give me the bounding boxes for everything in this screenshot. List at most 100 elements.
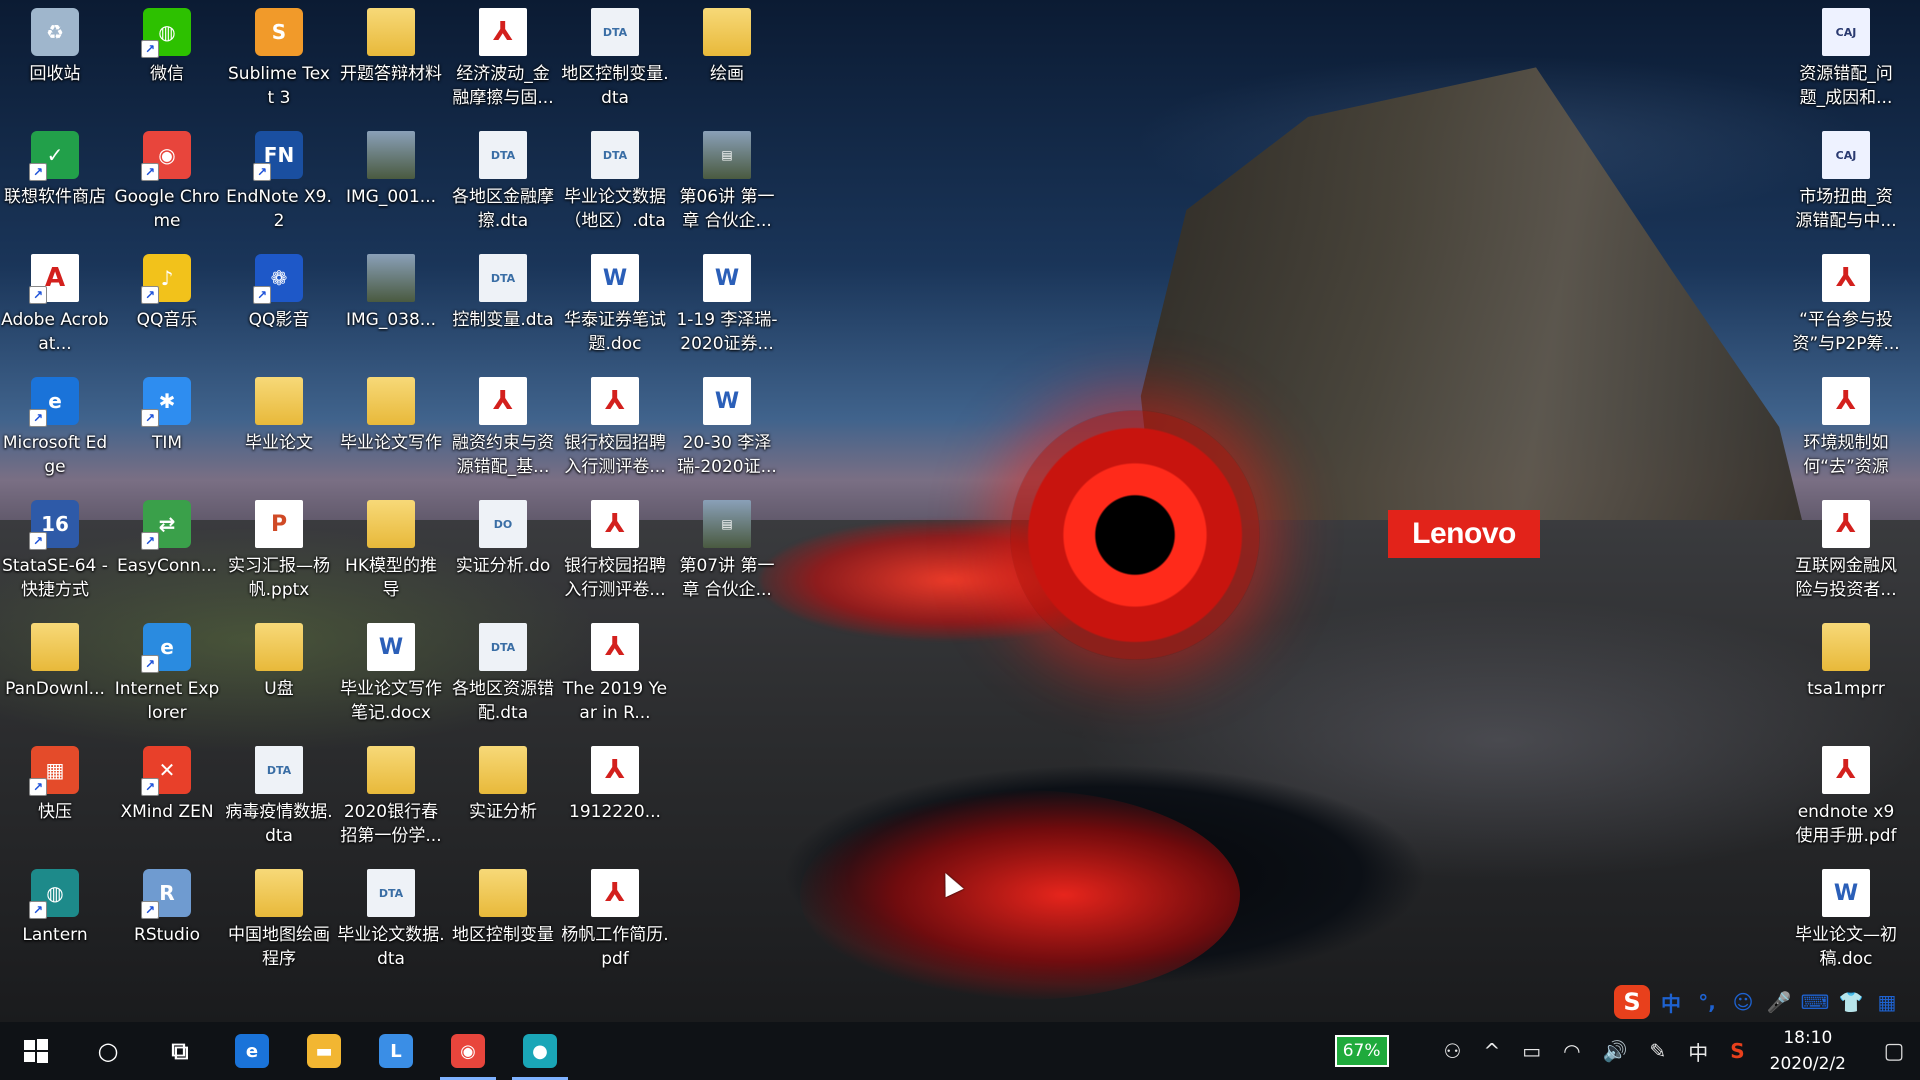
desktop-icon[interactable]: ◉ Google Chrome: [113, 125, 221, 243]
battery-icon[interactable]: ▭: [1522, 1039, 1541, 1063]
desktop-icon[interactable]: FN EndNote X9.2: [225, 125, 333, 243]
start-button[interactable]: [0, 1022, 72, 1080]
sogou-ime-logo-icon[interactable]: S: [1614, 985, 1650, 1019]
desktop-icon-label: U盘: [264, 679, 294, 699]
sogou-tray-icon[interactable]: S: [1730, 1039, 1744, 1063]
desktop-icon[interactable]: 毕业论文: [225, 371, 333, 489]
ime-keyboard-icon[interactable]: ⌨: [1800, 987, 1830, 1017]
desktop-icon-label: 银行校园招聘入行测评卷...: [564, 433, 666, 477]
desktop-icon[interactable]: tsa1mprr: [1792, 617, 1900, 735]
desktop-icon[interactable]: DTA 控制变量.dta: [449, 248, 557, 366]
desktop-icon[interactable]: HK模型的推导: [337, 494, 445, 612]
desktop-icon[interactable]: ⅄ 互联网金融风险与投资者...: [1792, 494, 1900, 612]
clock[interactable]: 18:10 2020/2/2: [1770, 1025, 1846, 1077]
desktop-icon[interactable]: ⅄ endnote x9 使用手册.pdf: [1792, 740, 1900, 858]
desktop-icon[interactable]: ⅄ 1912220...: [561, 740, 669, 858]
desktop-icon[interactable]: 毕业论文写作: [337, 371, 445, 489]
desktop-icon-label: XMind ZEN: [120, 802, 214, 822]
desktop-icon[interactable]: W 1-19 李泽瑞-2020证券...: [673, 248, 781, 366]
desktop-icon[interactable]: ▦ 快压: [1, 740, 109, 858]
desktop-icon[interactable]: IMG_001...: [337, 125, 445, 243]
desktop-icon[interactable]: ⅄ 经济波动_金融摩擦与固...: [449, 2, 557, 120]
desktop-icon[interactable]: CAJ 市场扭曲_资源错配与中...: [1792, 125, 1900, 243]
desktop-icon[interactable]: 地区控制变量: [449, 863, 557, 981]
desktop-icon[interactable]: P 实习汇报—杨帆.pptx: [225, 494, 333, 612]
desktop-icon[interactable]: e Internet Explorer: [113, 617, 221, 735]
desktop-icon[interactable]: ❁ QQ影音: [225, 248, 333, 366]
desktop-icon[interactable]: DTA 病毒疫情数据.dta: [225, 740, 333, 858]
desktop-icon-label: 实证分析.do: [455, 556, 551, 576]
desktop-icon[interactable]: 实证分析: [449, 740, 557, 858]
taskbar-screen-recorder-button[interactable]: ●: [504, 1022, 576, 1080]
battery-percent-badge[interactable]: 67%: [1334, 1035, 1389, 1067]
people-icon[interactable]: ⚇: [1444, 1039, 1462, 1063]
volume-icon[interactable]: 🔊: [1603, 1039, 1628, 1063]
tim-icon: ✱: [141, 377, 191, 427]
desktop-icon[interactable]: ⇄ EasyConn...: [113, 494, 221, 612]
desktop-icon[interactable]: ✓ 联想软件商店: [1, 125, 109, 243]
desktop-icon[interactable]: 绘画: [673, 2, 781, 120]
desktop-icon[interactable]: ⅄ 环境规制如何“去”资源错...: [1792, 371, 1900, 489]
desktop-icon[interactable]: ◍ 微信: [113, 2, 221, 120]
lantern-icon: ◍: [29, 869, 79, 919]
ime-chinese-mode-button[interactable]: 中: [1656, 987, 1686, 1017]
desktop-icon-label: 实习汇报—杨帆.pptx: [228, 556, 330, 600]
taskbar-clock-app-button[interactable]: L: [360, 1022, 432, 1080]
desktop-icon-label: 开题答辩材料: [340, 64, 442, 84]
desktop-icon[interactable]: CAJ 资源错配_问题_成因和...: [1792, 2, 1900, 120]
desktop-icon-label: HK模型的推导: [345, 556, 437, 600]
desktop-icon[interactable]: ▤ 第07讲 第一章 合伙企...: [673, 494, 781, 612]
action-center-button[interactable]: ▢: [1868, 1022, 1920, 1080]
ime-emoji-icon[interactable]: ☺: [1728, 987, 1758, 1017]
taskbar-cortana-search-button[interactable]: ○: [72, 1022, 144, 1080]
ime-microphone-icon[interactable]: 🎤: [1764, 987, 1794, 1017]
desktop-icon[interactable]: ◍ Lantern: [1, 863, 109, 981]
ime-skin-icon[interactable]: 👕: [1836, 987, 1866, 1017]
desktop-icon-label: 杨帆工作简历.pdf: [561, 925, 669, 969]
desktop-icon[interactable]: e Microsoft Edge: [1, 371, 109, 489]
desktop-icon[interactable]: R RStudio: [113, 863, 221, 981]
desktop-icon[interactable]: 16 StataSE-64 - 快捷方式: [1, 494, 109, 612]
taskbar-edge-button[interactable]: e: [216, 1022, 288, 1080]
desktop-icon[interactable]: ⅄ The 2019 Year in R...: [561, 617, 669, 735]
ime-punctuation-button[interactable]: °,: [1692, 987, 1722, 1017]
desktop-icon[interactable]: PanDownl...: [1, 617, 109, 735]
input-language-indicator[interactable]: 中: [1688, 1037, 1708, 1066]
desktop-icon[interactable]: ⅄ “平台参与投资”与P2P筹...: [1792, 248, 1900, 366]
show-hidden-icons-chevron-icon[interactable]: ^: [1483, 1039, 1500, 1063]
desktop-icon[interactable]: DTA 各地区资源错配.dta: [449, 617, 557, 735]
desktop-icon[interactable]: 开题答辩材料: [337, 2, 445, 120]
desktop-icon[interactable]: 中国地图绘画程序: [225, 863, 333, 981]
desktop-icon[interactable]: 2020银行春招第一份学...: [337, 740, 445, 858]
desktop-icon[interactable]: S Sublime Text 3: [225, 2, 333, 120]
pen-icon[interactable]: ✎: [1649, 1039, 1666, 1063]
desktop-icon[interactable]: A Adobe Acrobat...: [1, 248, 109, 366]
desktop-icon[interactable]: DO 实证分析.do: [449, 494, 557, 612]
desktop-icon[interactable]: DTA 毕业论文数据（地区）.dta: [561, 125, 669, 243]
desktop-icon[interactable]: ✕ XMind ZEN: [113, 740, 221, 858]
desktop-icon[interactable]: ⅄ 融资约束与资源错配_基...: [449, 371, 557, 489]
desktop-icon[interactable]: DTA 各地区金融摩擦.dta: [449, 125, 557, 243]
ime-toolbox-icon[interactable]: ▦: [1872, 987, 1902, 1017]
desktop-icon[interactable]: IMG_038...: [337, 248, 445, 366]
taskbar-file-explorer-button[interactable]: ▬: [288, 1022, 360, 1080]
desktop-icon[interactable]: ♪ QQ音乐: [113, 248, 221, 366]
desktop-icon[interactable]: DTA 地区控制变量.dta: [561, 2, 669, 120]
desktop-icon[interactable]: W 毕业论文写作笔记.docx: [337, 617, 445, 735]
desktop-icon[interactable]: ⅄ 银行校园招聘入行测评卷...: [561, 371, 669, 489]
desktop-icon[interactable]: ⅄ 银行校园招聘入行测评卷...: [561, 494, 669, 612]
desktop-icon[interactable]: ▤ 第06讲 第一章 合伙企...: [673, 125, 781, 243]
desktop-icon[interactable]: W 华泰证券笔试题.doc: [561, 248, 669, 366]
dta-file-icon: DTA: [479, 254, 527, 302]
taskbar-chrome-button[interactable]: ◉: [432, 1022, 504, 1080]
desktop-icon[interactable]: DTA 毕业论文数据.dta: [337, 863, 445, 981]
desktop-icon[interactable]: ⅄ 杨帆工作简历.pdf: [561, 863, 669, 981]
pdf-file-icon: ⅄: [1822, 377, 1870, 425]
wifi-icon[interactable]: ◠: [1563, 1039, 1580, 1063]
desktop-icon[interactable]: W 毕业论文—初稿.doc: [1792, 863, 1900, 981]
desktop-icon[interactable]: W 20-30 李泽瑞-2020证...: [673, 371, 781, 489]
desktop-icon[interactable]: ♻ 回收站: [1, 2, 109, 120]
desktop-icon[interactable]: ✱ TIM: [113, 371, 221, 489]
taskbar-task-view-button[interactable]: ⧉: [144, 1022, 216, 1080]
desktop-icon[interactable]: U盘: [225, 617, 333, 735]
